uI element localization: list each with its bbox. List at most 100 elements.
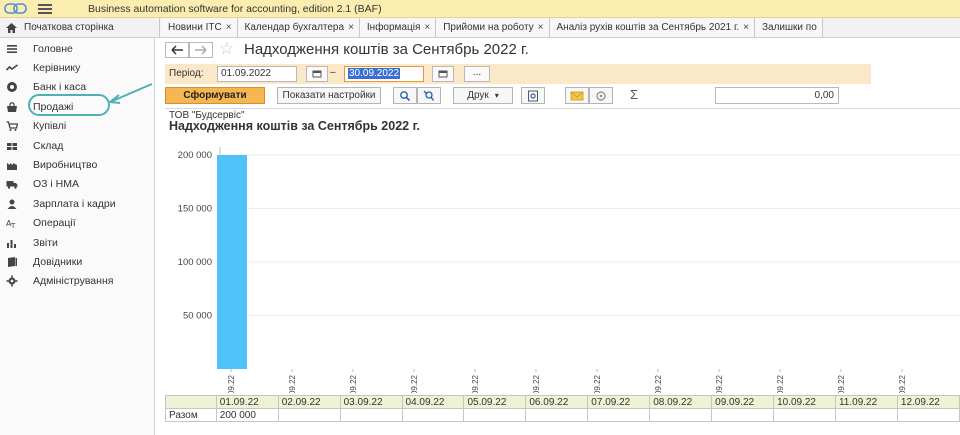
y-tick-label: 150 000 [178,204,212,215]
clear-search-button[interactable] [417,87,441,104]
operations-icon: AT [6,219,16,229]
gear-icon [6,275,18,287]
period-label: Період: [169,68,204,79]
calendar-icon [438,70,448,78]
sidebar: Головне Керівнику Банк і каса Продажі Купівл… [0,38,155,435]
tab-0[interactable]: Новини ІТС × [161,18,238,37]
table-header-cell: 02.09.22 [277,395,341,409]
sidebar-item-9[interactable]: A T Операції [0,214,155,233]
sidebar-item-1[interactable]: Керівнику [0,58,155,77]
sidebar-item-label: Банк і каса [33,81,87,94]
person-icon [7,199,17,209]
table-cell [339,408,403,422]
table-header-cell: 04.09.22 [401,395,465,409]
calendar-to-button[interactable] [432,66,454,82]
forward-button[interactable] [189,42,213,58]
print-button[interactable]: Друк ▾ [453,87,513,104]
table-cell [277,408,341,422]
table-header-cell: 09.09.22 [711,395,775,409]
sidebar-item-5[interactable]: Склад [0,136,155,155]
table-header-cell: 01.09.22 [215,395,279,409]
arrow-right-icon [195,45,207,55]
sidebar-item-11[interactable]: Довідники [0,252,155,271]
app-logo-icon [4,3,27,14]
main-panel: ☆ Надходження коштів за Сентябрь 2022 г.… [156,38,960,435]
table-cell [587,408,651,422]
book-icon [8,256,17,267]
tab-home-label: Початкова сторінка [24,22,114,33]
period-choose-button[interactable]: ... [464,66,490,82]
tab-label: Залишки по [762,22,817,33]
close-tab-icon[interactable]: × [538,22,544,33]
x-tick-label: 08.09.22 [654,374,663,393]
period-to-field[interactable]: 30.09.2022 [344,66,424,82]
favorite-star-icon[interactable]: ☆ [219,40,234,58]
warehouse-icon [7,142,17,150]
main-menu-icon[interactable] [38,2,52,15]
y-tick-label: 200 000 [178,150,212,161]
tabs-bar: Початкова сторінка Новини ІТС × Календар б… [0,18,960,38]
x-tick-label: 07.09.22 [593,374,602,393]
period-from-field[interactable]: 01.09.2022 [217,66,297,82]
back-button[interactable] [165,42,189,58]
x-tick-label: 11.09.22 [837,374,846,393]
sidebar-item-0[interactable]: Головне [0,39,155,58]
table-cell [711,408,775,422]
close-tab-icon[interactable]: × [226,22,232,33]
preview-button[interactable] [521,87,545,104]
calendar-icon [312,70,322,78]
table-header-cell: 07.09.22 [587,395,651,409]
truck-icon [6,181,18,189]
sidebar-item-label: Зарплата і кадри [33,197,116,210]
mail-icon [570,91,584,100]
close-tab-icon[interactable]: × [424,22,430,33]
x-tick-label: 12.09.22 [898,374,907,393]
sidebar-item-7[interactable]: ОЗ і НМА [0,175,155,194]
tab-2[interactable]: Інформація × [359,18,437,37]
table-cell [773,408,836,422]
title-bar: Business automation software for account… [0,0,960,18]
highlight-annotation [28,94,110,116]
print-label: Друк [467,90,489,101]
options-button[interactable] [589,87,613,104]
y-tick-label: 50 000 [183,311,212,322]
search-icon [400,90,411,101]
arrow-left-icon [171,45,183,55]
generate-button[interactable]: Сформувати [165,87,265,104]
table-cell [834,408,898,422]
table-header-cell: 11.09.22 [834,395,898,409]
report-title: Надходження коштів за Сентябрь 2022 г. [169,119,421,133]
tab-1[interactable]: Календар бухгалтера × [237,18,360,37]
show-settings-button[interactable]: Показати настройки [277,87,381,104]
sidebar-item-6[interactable]: Виробництво [0,155,155,174]
x-tick-label: 03.09.22 [349,374,358,393]
tab-3[interactable]: Прийоми на роботу × [436,18,550,37]
table-cell [463,408,527,422]
period-to-value: 30.09.2022 [348,68,401,79]
calendar-from-button[interactable] [306,66,328,82]
search-clear-icon [423,90,435,101]
close-tab-icon[interactable]: × [743,22,749,33]
table-cell [525,408,589,422]
sidebar-item-8[interactable]: Зарплата і кадри [0,194,155,213]
mail-button[interactable] [565,87,589,104]
sidebar-item-4[interactable]: Купівлі [0,117,155,136]
tab-4[interactable]: Аналіз рухів коштів за Сентябрь 2021 г. × [549,18,755,37]
tab-label: Прийоми на роботу [443,22,534,33]
sidebar-item-10[interactable]: Звіти [0,233,155,252]
tab-home[interactable]: Початкова сторінка [0,18,160,37]
period-dash: – [330,67,336,78]
toolbar: Сформувати Показати настройки Друк ▾ Σ 0… [165,87,955,105]
search-button[interactable] [393,87,417,104]
table-cell: 200 000 [215,408,279,422]
chart-bar [217,155,247,369]
tab-5[interactable]: Залишки по [755,18,823,37]
x-tick-label: 01.09.22 [227,374,236,393]
report-area: ТОВ "Будсервіс" Надходження коштів за Се… [165,108,960,435]
sidebar-item-12[interactable]: Адміністрування [0,272,155,291]
menu-lines-icon [7,44,17,53]
open-tabs: Новини ІТС × Календар бухгалтера × Інформаці… [161,18,823,37]
cart-icon [6,121,18,132]
close-tab-icon[interactable]: × [348,22,354,33]
x-tick-label: 02.09.22 [288,374,297,393]
